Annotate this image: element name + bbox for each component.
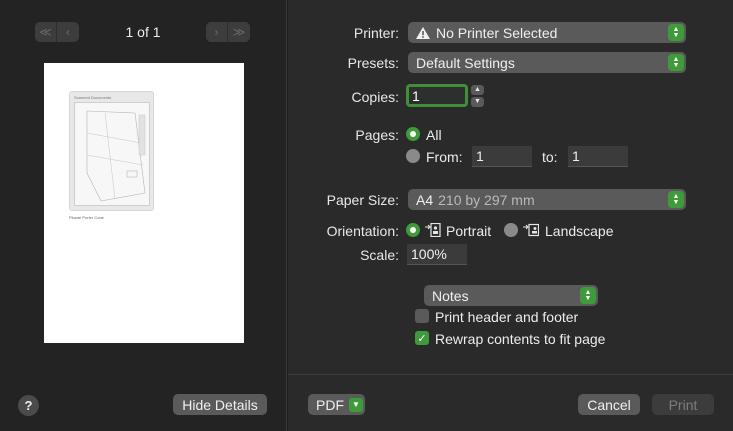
landscape-radio[interactable] — [504, 223, 518, 237]
double-chevron-right-icon: ≫ — [232, 25, 246, 39]
print-button[interactable]: Print — [652, 394, 714, 415]
section-popup[interactable]: Notes ▲ ▼ — [424, 285, 598, 306]
decrement-icon[interactable]: ▼ — [471, 97, 484, 107]
pdf-label: PDF — [316, 396, 344, 413]
pages-range-radio[interactable] — [406, 149, 420, 163]
landscape-label: Landscape — [545, 223, 614, 239]
pages-to-field[interactable]: 1 — [568, 146, 628, 167]
scale-field[interactable]: 100% — [407, 244, 467, 265]
cancel-button[interactable]: Cancel — [578, 394, 640, 415]
pages-all-radio[interactable] — [406, 127, 420, 141]
presets-popup-chevrons: ▲ ▼ — [668, 54, 684, 71]
pages-to-label: to: — [542, 149, 558, 165]
thumbnail-title: Scanned Documents — [74, 95, 112, 100]
double-chevron-left-icon: ≪ — [39, 25, 52, 39]
page-indicator: 1 of 1 — [125, 24, 161, 40]
section-value: Notes — [432, 287, 469, 304]
printer-popup-chevrons: ▲ ▼ — [668, 24, 684, 41]
section-popup-chevrons: ▲ ▼ — [580, 287, 596, 304]
portrait-icon — [425, 223, 441, 237]
chevron-down-icon: ▼ — [584, 294, 592, 302]
paper-size-popup[interactable]: A4 210 by 297 mm ▲ ▼ — [408, 189, 686, 210]
next-page-button[interactable]: › — [206, 22, 228, 42]
portrait-radio[interactable] — [406, 223, 420, 237]
copies-field[interactable]: 1 — [406, 84, 468, 107]
hide-details-button[interactable]: Hide Details — [173, 394, 267, 415]
rewrap-label: Rewrap contents to fit page — [435, 331, 606, 347]
pages-from-field[interactable]: 1 — [472, 146, 532, 167]
paper-size-label: Paper Size: — [326, 192, 399, 208]
pdf-menu-button[interactable]: PDF ▼ — [308, 394, 365, 415]
chevron-left-icon: ‹ — [66, 25, 70, 39]
paper-size-detail: 210 by 297 mm — [438, 191, 535, 208]
pages-all-label: All — [426, 127, 442, 143]
orientation-label: Orientation: — [326, 223, 399, 239]
rewrap-checkbox[interactable]: ✓ — [415, 331, 429, 345]
copies-stepper[interactable]: ▲ ▼ — [471, 85, 484, 107]
pages-label: Pages: — [355, 127, 399, 143]
print-header-footer-label: Print header and footer — [435, 309, 579, 325]
landscape-icon — [523, 223, 539, 237]
chevron-right-icon: › — [214, 25, 219, 39]
printer-label: Printer: — [353, 25, 399, 41]
footer-divider — [288, 374, 733, 375]
pages-from-label: From: — [426, 149, 463, 165]
last-page-button[interactable]: ≫ — [228, 22, 250, 42]
scale-label: Scale: — [360, 247, 399, 263]
warning-icon — [416, 26, 430, 39]
copies-label: Copies: — [351, 89, 399, 105]
chevron-down-icon: ▼ — [349, 397, 363, 412]
preview-thumbnail: Scanned Documents — [69, 91, 154, 211]
preview-nav-forward-group: › ≫ — [206, 22, 250, 42]
thumbnail-caption: Pilante Porter Cone — [69, 215, 104, 220]
chevron-down-icon: ▼ — [672, 198, 680, 206]
preview-pane: ≪ ‹ 1 of 1 › ≫ Scanned Documents Pilante… — [0, 0, 287, 431]
increment-icon[interactable]: ▲ — [471, 85, 484, 95]
presets-value: Default Settings — [416, 54, 515, 71]
portrait-label: Portrait — [446, 223, 492, 239]
printer-value: No Printer Selected — [436, 24, 558, 41]
paper-size-value: A4 — [416, 191, 434, 208]
printer-popup[interactable]: No Printer Selected ▲ ▼ — [408, 22, 686, 43]
presets-popup[interactable]: Default Settings ▲ ▼ — [408, 52, 686, 73]
page-preview: Scanned Documents Pilante Porter Cone — [44, 63, 244, 343]
help-button[interactable]: ? — [18, 395, 39, 416]
preview-nav-back-group: ≪ ‹ — [35, 22, 79, 42]
print-header-footer-checkbox[interactable] — [415, 309, 429, 323]
checkmark-icon: ✓ — [417, 332, 427, 345]
thumbnail-sheet — [74, 102, 150, 206]
thumbnail-drawing — [86, 110, 146, 202]
presets-label: Presets: — [347, 55, 399, 71]
first-page-button[interactable]: ≪ — [35, 22, 57, 42]
paper-size-popup-chevrons: ▲ ▼ — [668, 191, 684, 208]
previous-page-button[interactable]: ‹ — [57, 22, 79, 42]
chevron-down-icon: ▼ — [672, 31, 680, 39]
chevron-down-icon: ▼ — [672, 61, 680, 69]
